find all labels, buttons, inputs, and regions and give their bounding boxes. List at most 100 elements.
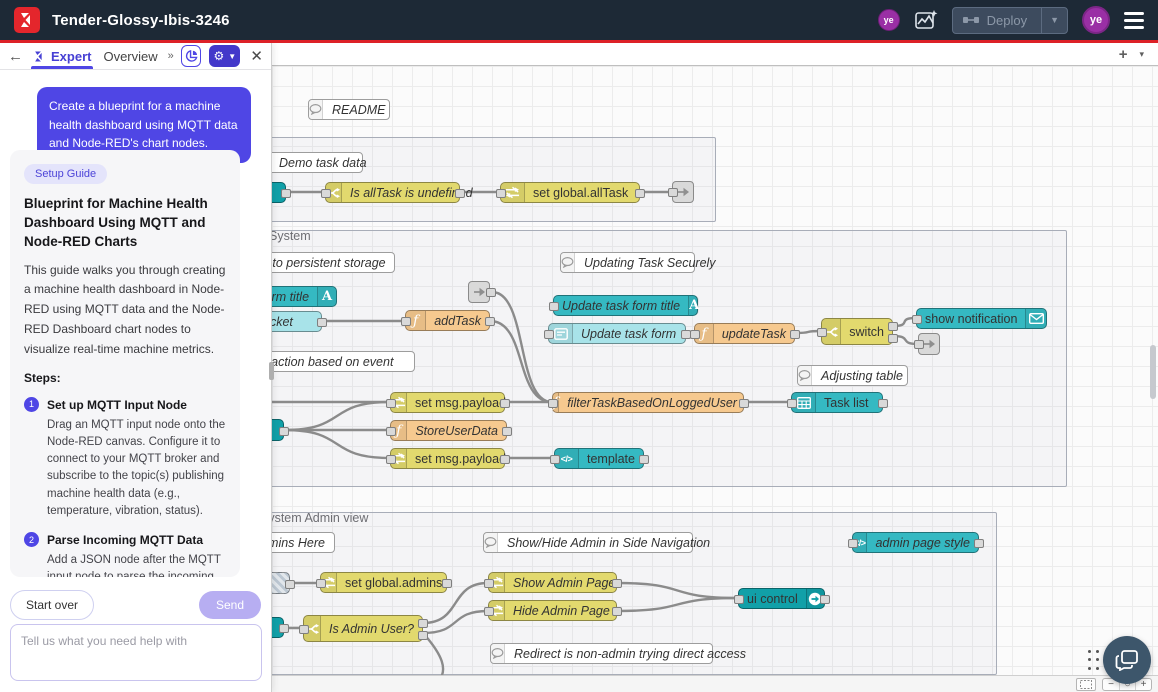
- input-port[interactable]: [817, 328, 827, 337]
- comment-node[interactable]: Save task to persistent storage: [272, 252, 395, 273]
- output-port[interactable]: [418, 631, 428, 640]
- output-port[interactable]: [639, 455, 649, 464]
- output-port[interactable]: [878, 399, 888, 408]
- input-port[interactable]: [316, 579, 326, 588]
- input-port[interactable]: [734, 595, 744, 604]
- comment-node[interactable]: Updating Task Securely: [560, 252, 695, 273]
- node-link-out-1[interactable]: [672, 181, 694, 203]
- canvas-vertical-scrollbar[interactable]: [1150, 345, 1156, 399]
- output-port[interactable]: [739, 399, 749, 408]
- fab-drag-handle[interactable]: [1088, 650, 1100, 672]
- send-button[interactable]: Send: [199, 591, 261, 619]
- input-port[interactable]: [321, 189, 331, 198]
- output-port[interactable]: [612, 607, 622, 616]
- output-port[interactable]: [888, 322, 898, 331]
- avatar-small[interactable]: ye: [878, 9, 900, 31]
- input-port[interactable]: [484, 579, 494, 588]
- node-is-admin-user[interactable]: Is Admin User?: [303, 615, 423, 642]
- output-port[interactable]: [455, 189, 465, 198]
- input-port[interactable]: [668, 188, 678, 197]
- input-port[interactable]: [386, 399, 396, 408]
- output-port[interactable]: [500, 399, 510, 408]
- node-is-alltask-undefined[interactable]: Is allTask is undefined: [325, 182, 460, 203]
- comment-node[interactable]: Take action based on event: [272, 351, 415, 372]
- input-port[interactable]: [549, 302, 559, 311]
- settings-dropdown-button[interactable]: ⚙▼: [209, 45, 240, 67]
- input-port[interactable]: [386, 455, 396, 464]
- output-port[interactable]: [974, 539, 984, 548]
- add-flow-button[interactable]: +: [1119, 46, 1128, 63]
- output-port[interactable]: [486, 288, 496, 297]
- node-ui-control[interactable]: ui control: [738, 588, 825, 609]
- node-hide-admin-page[interactable]: Hide Admin Page: [488, 600, 617, 621]
- main-menu-icon[interactable]: [1124, 12, 1144, 29]
- node-update-task-form[interactable]: Update task form: [548, 323, 686, 344]
- deploy-button[interactable]: Deploy ▼: [952, 7, 1068, 34]
- input-port[interactable]: [690, 330, 700, 339]
- navigator-toggle-button[interactable]: [1076, 678, 1096, 691]
- node-admin-page-style[interactable]: </>admin page style: [852, 532, 979, 553]
- comment-node[interactable]: Adjusting table: [797, 365, 908, 386]
- close-sidebar-icon[interactable]: ✕: [250, 47, 263, 65]
- input-port[interactable]: [912, 315, 922, 324]
- output-port[interactable]: [279, 624, 289, 633]
- node-set-msg-payload-1[interactable]: set msg.payload: [390, 392, 505, 413]
- flow-group[interactable]: [272, 137, 716, 222]
- node-filtertask[interactable]: ƒfilterTaskBasedOnLoggedUser: [552, 392, 744, 413]
- output-port[interactable]: [502, 427, 512, 436]
- tab-overview[interactable]: Overview: [101, 43, 159, 69]
- input-port[interactable]: [914, 340, 924, 349]
- node-task-list[interactable]: Task list: [791, 392, 883, 413]
- node-inject-events[interactable]: [272, 419, 284, 441]
- node-show-notification[interactable]: show notification: [916, 308, 1047, 329]
- output-port[interactable]: [279, 427, 289, 436]
- output-port[interactable]: [888, 334, 898, 343]
- node-updatetask[interactable]: ƒupdateTask: [694, 323, 795, 344]
- comment-node[interactable]: Demo task data: [272, 152, 363, 173]
- input-port[interactable]: [386, 427, 396, 436]
- node-add-ticket[interactable]: Add ticket: [272, 311, 322, 332]
- node-disabled-node[interactable]: [272, 572, 290, 594]
- node-link-out-2[interactable]: [918, 333, 940, 355]
- flow-canvas[interactable]: − ○ + SystemSystem Admin view README Dem…: [272, 66, 1158, 692]
- assistant-chat-button[interactable]: [1103, 636, 1151, 684]
- assistant-input[interactable]: [10, 624, 262, 681]
- node-switch[interactable]: switch: [821, 318, 893, 345]
- avatar-user[interactable]: ye: [1082, 6, 1110, 34]
- output-port[interactable]: [612, 579, 622, 588]
- output-port[interactable]: [485, 317, 495, 326]
- start-over-button[interactable]: Start over: [10, 590, 94, 620]
- output-port[interactable]: [317, 318, 327, 327]
- node-inject-admin[interactable]: [272, 617, 284, 638]
- node-addtask[interactable]: ƒaddTask: [405, 310, 490, 331]
- node-template[interactable]: </>template: [554, 448, 644, 469]
- output-port[interactable]: [500, 455, 510, 464]
- node-set-msg-payload-2[interactable]: set msg.payload: [390, 448, 505, 469]
- comment-node[interactable]: Add Admins Here: [272, 532, 335, 553]
- deploy-caret-icon[interactable]: ▼: [1041, 8, 1067, 33]
- input-port[interactable]: [496, 189, 506, 198]
- node-storeuserdata[interactable]: ƒStoreUserData: [390, 420, 507, 441]
- node-show-admin-page[interactable]: Show Admin Page: [488, 572, 617, 593]
- node-link-in-1[interactable]: [468, 281, 490, 303]
- more-tabs-icon[interactable]: »: [168, 50, 173, 62]
- output-port[interactable]: [418, 619, 428, 628]
- flow-list-caret-icon[interactable]: ▾: [1139, 49, 1144, 60]
- comment-node[interactable]: README: [308, 99, 390, 120]
- node-add-task-form-title[interactable]: Add task form titleA: [272, 286, 337, 307]
- input-port[interactable]: [848, 539, 858, 548]
- output-port[interactable]: [790, 330, 800, 339]
- output-port[interactable]: [442, 579, 452, 588]
- comment-node[interactable]: Redirect is non-admin trying direct acce…: [490, 643, 713, 664]
- output-port[interactable]: [285, 580, 295, 589]
- back-arrow-icon[interactable]: ←: [8, 48, 23, 65]
- comment-node[interactable]: Show/Hide Admin in Side Navigation: [483, 532, 693, 553]
- node-update-task-form-title[interactable]: Update task form titleA: [553, 295, 698, 316]
- input-port[interactable]: [550, 455, 560, 464]
- usage-pie-button[interactable]: [181, 45, 202, 67]
- input-port[interactable]: [299, 625, 309, 634]
- node-inject-demo[interactable]: [272, 182, 286, 203]
- input-port[interactable]: [401, 317, 411, 326]
- output-port[interactable]: [281, 189, 291, 198]
- output-port[interactable]: [820, 595, 830, 604]
